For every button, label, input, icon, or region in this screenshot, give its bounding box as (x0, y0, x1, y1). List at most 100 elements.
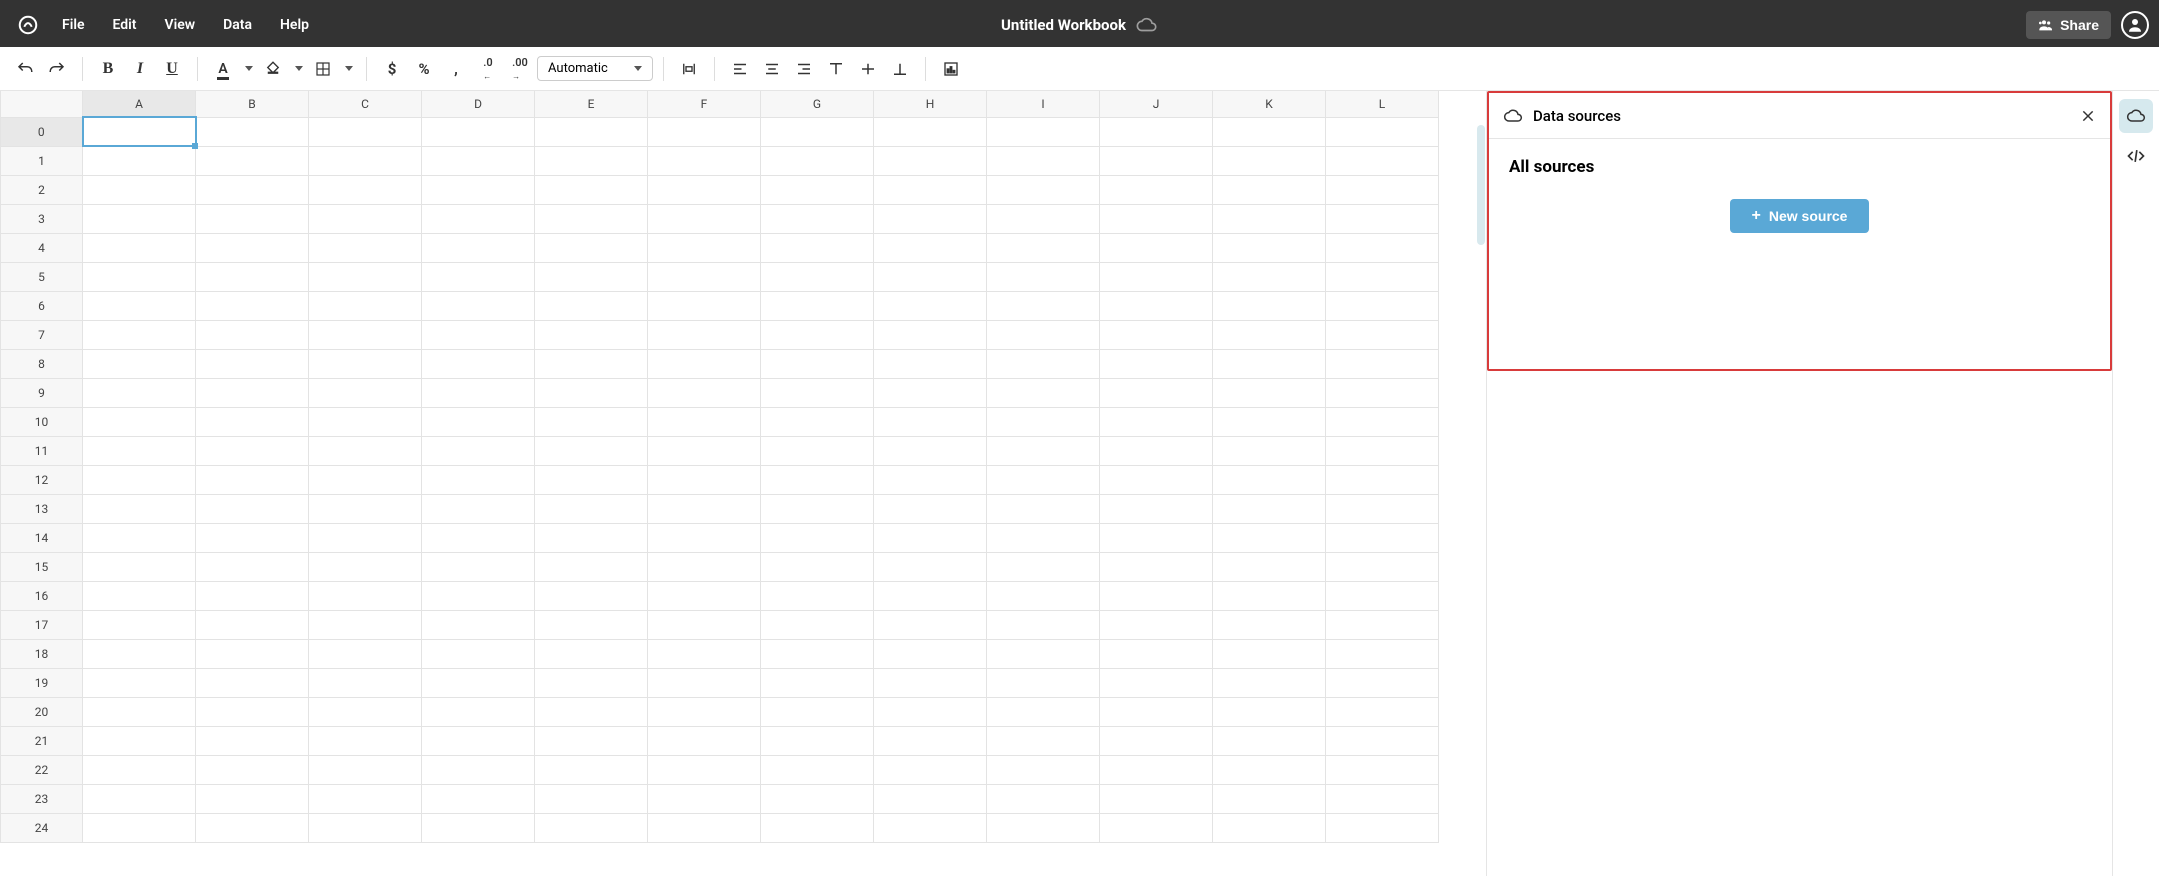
row-header-9[interactable]: 9 (1, 378, 83, 407)
cell[interactable] (987, 233, 1100, 262)
column-header-F[interactable]: F (648, 91, 761, 117)
cell[interactable] (1213, 552, 1326, 581)
cell[interactable] (196, 726, 309, 755)
cell[interactable] (196, 581, 309, 610)
cell[interactable] (1100, 726, 1213, 755)
cell[interactable] (1326, 813, 1439, 842)
cell[interactable] (1100, 697, 1213, 726)
row-header-7[interactable]: 7 (1, 320, 83, 349)
decrease-decimal-button[interactable]: .0← (473, 54, 503, 84)
cell[interactable] (309, 494, 422, 523)
cell[interactable] (1326, 175, 1439, 204)
row-header-14[interactable]: 14 (1, 523, 83, 552)
scrollbar-vertical[interactable] (1477, 125, 1485, 245)
cell[interactable] (309, 697, 422, 726)
align-left-button[interactable] (725, 54, 755, 84)
cell[interactable] (1213, 668, 1326, 697)
cell[interactable] (535, 233, 648, 262)
cell[interactable] (648, 436, 761, 465)
cell[interactable] (761, 320, 874, 349)
cell[interactable] (987, 320, 1100, 349)
cell[interactable] (874, 407, 987, 436)
cell[interactable] (648, 233, 761, 262)
row-header-2[interactable]: 2 (1, 175, 83, 204)
cell[interactable] (648, 581, 761, 610)
cell[interactable] (648, 117, 761, 146)
cell[interactable] (1326, 262, 1439, 291)
cell[interactable] (422, 697, 535, 726)
currency-button[interactable]: $ (377, 54, 407, 84)
cell[interactable] (648, 523, 761, 552)
cell[interactable] (309, 639, 422, 668)
cell[interactable] (987, 378, 1100, 407)
cell[interactable] (1326, 117, 1439, 146)
cell[interactable] (196, 465, 309, 494)
cell[interactable] (1100, 755, 1213, 784)
user-avatar[interactable] (2121, 11, 2149, 39)
cell[interactable] (874, 117, 987, 146)
cell[interactable] (761, 581, 874, 610)
cell[interactable] (1213, 581, 1326, 610)
cell[interactable] (535, 291, 648, 320)
cell[interactable] (874, 639, 987, 668)
cell[interactable] (83, 494, 196, 523)
cell[interactable] (761, 175, 874, 204)
cell[interactable] (1213, 407, 1326, 436)
cell[interactable] (83, 726, 196, 755)
cell[interactable] (196, 755, 309, 784)
align-top-button[interactable] (821, 54, 851, 84)
share-button[interactable]: Share (2026, 11, 2111, 39)
column-header-E[interactable]: E (535, 91, 648, 117)
cell[interactable] (196, 610, 309, 639)
cell[interactable] (1100, 610, 1213, 639)
cell[interactable] (987, 494, 1100, 523)
cell[interactable] (535, 813, 648, 842)
cell[interactable] (196, 639, 309, 668)
row-header-11[interactable]: 11 (1, 436, 83, 465)
cell[interactable] (196, 407, 309, 436)
cell[interactable] (309, 581, 422, 610)
comma-button[interactable]: , (441, 54, 471, 84)
cell[interactable] (422, 581, 535, 610)
row-header-17[interactable]: 17 (1, 610, 83, 639)
menu-view[interactable]: View (153, 11, 208, 39)
cell[interactable] (1213, 262, 1326, 291)
cell[interactable] (987, 465, 1100, 494)
cell[interactable] (83, 291, 196, 320)
cell[interactable] (1326, 233, 1439, 262)
cell[interactable] (196, 146, 309, 175)
row-header-0[interactable]: 0 (1, 117, 83, 146)
cell[interactable] (1326, 349, 1439, 378)
cell[interactable] (309, 610, 422, 639)
cell[interactable] (535, 262, 648, 291)
italic-button[interactable]: I (125, 54, 155, 84)
cell[interactable] (1213, 349, 1326, 378)
cell[interactable] (987, 755, 1100, 784)
underline-button[interactable]: U (157, 54, 187, 84)
cell[interactable] (309, 552, 422, 581)
cell[interactable] (1326, 494, 1439, 523)
cell[interactable] (422, 436, 535, 465)
cell[interactable] (196, 523, 309, 552)
cell[interactable] (83, 320, 196, 349)
rail-data-sources-button[interactable] (2119, 99, 2153, 133)
cell[interactable] (1100, 523, 1213, 552)
cell[interactable] (1213, 233, 1326, 262)
cell[interactable] (309, 378, 422, 407)
cell[interactable] (422, 784, 535, 813)
cell[interactable] (535, 581, 648, 610)
row-header-24[interactable]: 24 (1, 813, 83, 842)
cell[interactable] (1100, 407, 1213, 436)
cell[interactable] (83, 233, 196, 262)
cell[interactable] (874, 320, 987, 349)
cell[interactable] (422, 465, 535, 494)
cell[interactable] (1326, 784, 1439, 813)
column-header-G[interactable]: G (761, 91, 874, 117)
cell[interactable] (309, 784, 422, 813)
cell[interactable] (987, 784, 1100, 813)
cell[interactable] (309, 233, 422, 262)
cell[interactable] (987, 436, 1100, 465)
cell[interactable] (1326, 726, 1439, 755)
cell[interactable] (1100, 175, 1213, 204)
cell[interactable] (1213, 755, 1326, 784)
